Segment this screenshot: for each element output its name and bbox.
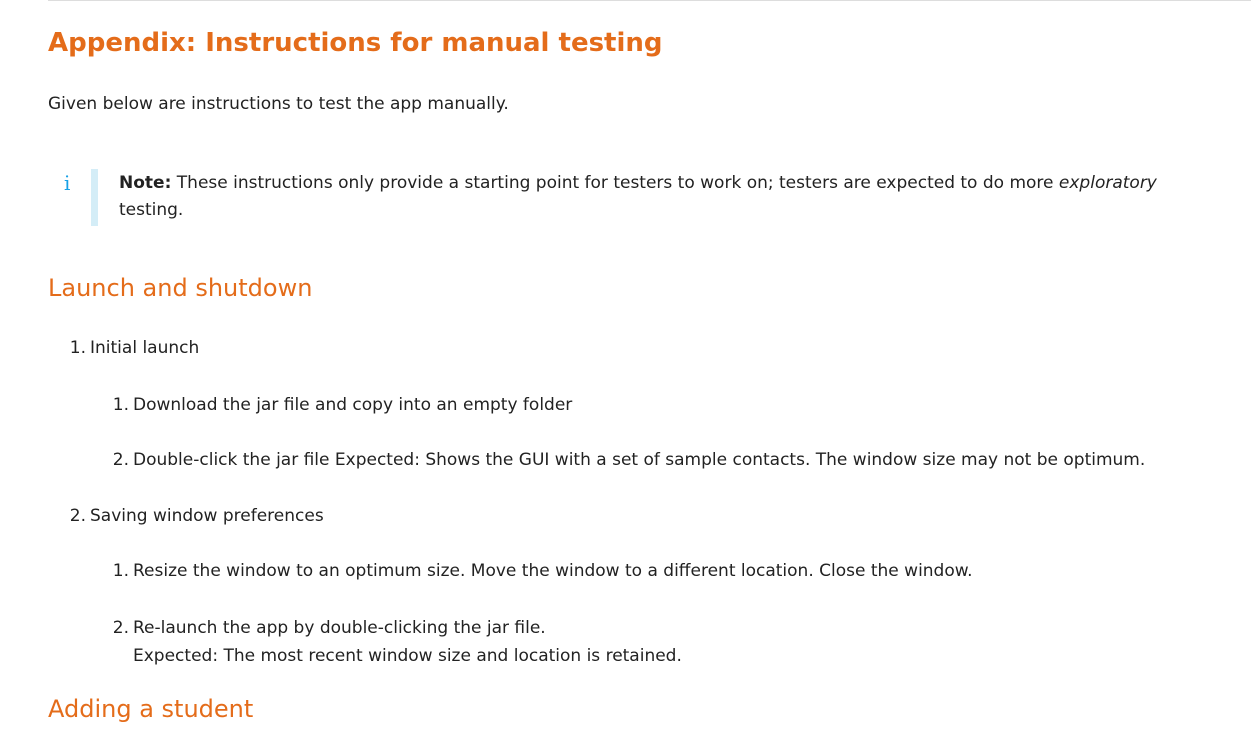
note-body-end: testing.	[119, 200, 184, 220]
list-item-label: Initial launch	[90, 338, 200, 358]
note-emphasis: exploratory	[1058, 173, 1157, 193]
note-accent-bar	[91, 169, 98, 226]
top-divider	[48, 0, 1251, 1]
list-number: 1.	[112, 561, 129, 581]
list-number: 2.	[112, 450, 129, 470]
note-callout: i Note: These instructions only provide …	[64, 169, 1204, 226]
list-item-text: Resize the window to an optimum size. Mo…	[133, 561, 973, 581]
list-number: 2.	[69, 506, 86, 526]
note-label: Note:	[119, 173, 172, 193]
page-title: Appendix: Instructions for manual testin…	[48, 28, 663, 58]
sub-list-item: 2. Re-launch the app by double-clicking t…	[109, 614, 546, 642]
sub-list-item: 1. Download the jar file and copy into an…	[109, 391, 573, 419]
sub-list-item: 2. Double-click the jar file Expected: Sh…	[109, 446, 1146, 474]
list-item: 1. Initial launch	[66, 334, 200, 362]
list-number: 1.	[112, 395, 129, 415]
expected-result: Expected: The most recent window size an…	[133, 646, 682, 666]
list-number: 2.	[112, 618, 129, 638]
section-heading-adding-student: Adding a student	[48, 695, 254, 723]
list-item-text: Re-launch the app by double-clicking the…	[133, 618, 546, 638]
list-item-label: Saving window preferences	[90, 506, 324, 526]
intro-paragraph: Given below are instructions to test the…	[48, 94, 509, 114]
list-number: 1.	[69, 338, 86, 358]
note-body: These instructions only provide a starti…	[176, 173, 1054, 193]
info-icon: i	[64, 171, 71, 195]
note-text: Note: These instructions only provide a …	[119, 170, 1204, 224]
list-item-text: Download the jar file and copy into an e…	[133, 395, 573, 415]
section-heading-launch: Launch and shutdown	[48, 274, 313, 302]
sub-list-item: 1. Resize the window to an optimum size. …	[109, 557, 973, 585]
list-item: 2. Saving window preferences	[66, 502, 324, 530]
list-item-text: Double-click the jar file Expected: Show…	[133, 450, 1146, 470]
document-page: Appendix: Instructions for manual testin…	[0, 0, 1251, 729]
